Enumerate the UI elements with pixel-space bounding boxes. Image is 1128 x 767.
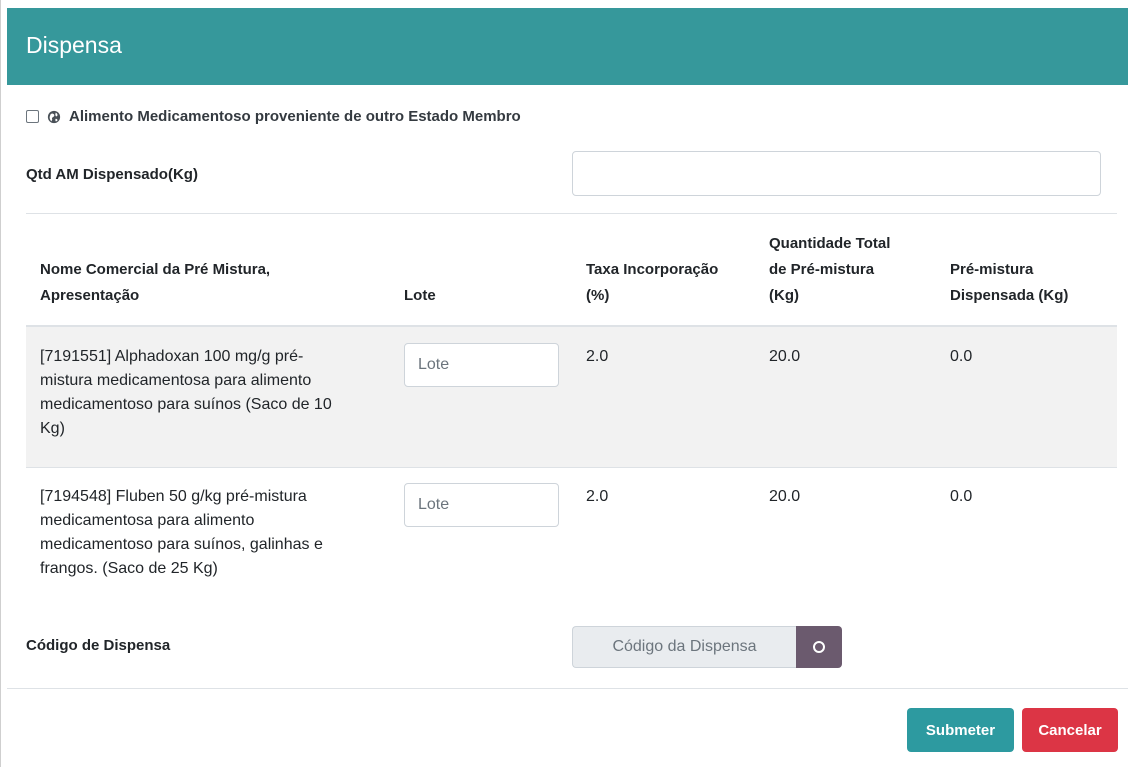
row2-dispensada: 0.0 (950, 488, 973, 505)
qtd-am-dispensado-label: Qtd AM Dispensado(Kg) (26, 166, 198, 183)
gerar-codigo-button[interactable] (796, 626, 842, 668)
qtd-am-dispensado-input[interactable] (572, 151, 1101, 196)
outro-estado-membro-row: Alimento Medicamentoso proveniente de ou… (26, 108, 521, 125)
row2-taxa: 2.0 (586, 488, 609, 505)
modal-title: Dispensa (26, 32, 122, 58)
row2-lote-input[interactable] (404, 483, 559, 527)
codigo-dispensa-input[interactable] (572, 626, 796, 668)
header-quantidade-total: Quantidade Total de Pré-mistura (Kg) (769, 235, 891, 304)
outro-estado-membro-label: Alimento Medicamentoso proveniente de ou… (69, 108, 521, 125)
header-taxa-incorporacao: Taxa Incorporação (%) (586, 261, 719, 304)
row1-lote-input[interactable] (404, 343, 559, 387)
modal-left-edge (0, 0, 1, 767)
modal-header: Dispensa (7, 8, 1128, 85)
cancelar-button[interactable]: Cancelar (1022, 708, 1118, 752)
codigo-dispensa-label: Código de Dispensa (26, 637, 171, 654)
section-divider (26, 213, 1117, 214)
row1-nome-comercial: [7191551] Alphadoxan 100 mg/g pré- mistu… (40, 348, 332, 437)
row1-dispensada: 0.0 (950, 348, 973, 365)
footer-divider (7, 688, 1128, 689)
row2-quantidade-total: 20.0 (769, 488, 801, 505)
header-lote: Lote (404, 287, 436, 304)
header-nome-comercial: Nome Comercial da Pré Mistura, Apresenta… (40, 261, 271, 304)
globe-icon (47, 110, 61, 123)
submeter-button[interactable]: Submeter (907, 708, 1014, 752)
row2-nome-comercial: [7194548] Fluben 50 g/kg pré-mistura med… (40, 488, 323, 577)
row1-taxa: 2.0 (586, 348, 609, 365)
row1-quantidade-total: 20.0 (769, 348, 801, 365)
outro-estado-membro-checkbox[interactable] (26, 110, 39, 123)
circle-icon (813, 641, 825, 653)
header-pre-mistura-dispensada: Pré-mistura Dispensada (Kg) (950, 261, 1069, 304)
